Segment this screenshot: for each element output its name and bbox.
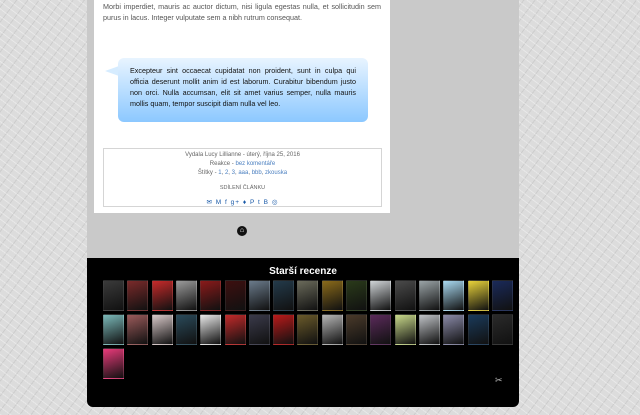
post-tags: Štítky - 1, 2, 3, aaa, bbb, zkouska <box>197 170 288 176</box>
quote-bubble: Excepteur sint occaecat cupidatat non pr… <box>118 58 368 122</box>
book-cover[interactable] <box>443 314 465 345</box>
share-label: SDÍLENÍ ČLÁNKU <box>219 185 266 191</box>
book-cover[interactable] <box>224 280 246 311</box>
book-cover[interactable] <box>370 314 392 345</box>
book-cover[interactable] <box>346 314 367 345</box>
googleplus-icon[interactable]: g+ <box>231 199 240 206</box>
book-cover[interactable] <box>418 314 440 345</box>
book-cover[interactable] <box>467 280 489 311</box>
tags-label: Štítky - <box>197 170 217 176</box>
book-cover[interactable] <box>297 280 319 311</box>
post-author-date: Vydala Lucy Lillianne - úterý, října 25,… <box>185 152 300 158</box>
post-meta: Vydala Lucy Lillianne - úterý, října 25,… <box>103 148 382 207</box>
book-cover[interactable] <box>103 280 124 311</box>
blogger-icon[interactable]: B <box>264 199 269 206</box>
quote-bubble-tail <box>105 66 119 76</box>
book-cover[interactable] <box>248 280 270 311</box>
book-cover[interactable] <box>200 280 222 311</box>
tools-icon[interactable]: ✂ <box>495 375 503 386</box>
tag-link[interactable]: aaa <box>238 170 248 176</box>
book-cover[interactable] <box>273 280 295 311</box>
tag-link[interactable]: 1 <box>218 170 221 176</box>
email-icon[interactable]: ✉ <box>207 199 213 206</box>
book-cover[interactable] <box>491 280 513 311</box>
book-cover[interactable] <box>491 314 513 345</box>
book-cover[interactable] <box>151 314 173 345</box>
gmail-icon[interactable]: M <box>216 199 222 206</box>
post-paragraph: Morbi imperdiet, mauris ac auctor dictum… <box>103 2 381 22</box>
book-cover[interactable] <box>273 314 295 345</box>
book-cover[interactable] <box>418 280 440 311</box>
book-cover[interactable] <box>175 314 197 345</box>
twitter-icon[interactable]: ♦ <box>243 199 247 206</box>
book-cover[interactable] <box>151 280 173 311</box>
book-cover[interactable] <box>394 280 416 311</box>
tumblr-icon[interactable]: t <box>258 199 261 206</box>
book-cover[interactable] <box>127 314 149 345</box>
tag-link[interactable]: 3 <box>232 170 235 176</box>
post-reactions: Reakce - bez komentáře <box>104 161 381 167</box>
book-cover[interactable] <box>127 280 149 311</box>
book-cover[interactable] <box>224 314 246 345</box>
tag-link[interactable]: zkouska <box>265 170 287 176</box>
facebook-icon[interactable]: f <box>225 199 228 206</box>
book-cover[interactable] <box>175 280 197 311</box>
book-cover[interactable] <box>321 314 343 345</box>
book-cover[interactable] <box>248 314 270 345</box>
book-cover[interactable] <box>321 280 343 311</box>
book-cover[interactable] <box>443 280 465 311</box>
book-cover[interactable] <box>103 314 124 345</box>
reviews-title: Starší recenze <box>269 266 337 277</box>
tag-link[interactable]: 2 <box>225 170 228 176</box>
book-cover[interactable] <box>370 280 392 311</box>
tag-link[interactable]: bbb <box>252 170 262 176</box>
home-icon[interactable]: ⌂ <box>237 226 247 236</box>
reactions-label: Reakce - <box>209 161 234 167</box>
share-icons: ✉ M f g+ ♦ P t B ◎ <box>104 198 381 206</box>
comments-link[interactable]: bez komentáře <box>235 161 275 167</box>
pinterest-icon[interactable]: P <box>250 199 255 206</box>
book-cover[interactable] <box>103 348 124 379</box>
book-cover[interactable] <box>200 314 222 345</box>
older-reviews-section: Starší recenze <box>87 258 519 407</box>
book-cover[interactable] <box>394 314 416 345</box>
book-cover[interactable] <box>297 314 319 345</box>
reddit-icon[interactable]: ◎ <box>272 199 279 206</box>
book-cover[interactable] <box>346 280 367 311</box>
book-cover[interactable] <box>467 314 489 345</box>
